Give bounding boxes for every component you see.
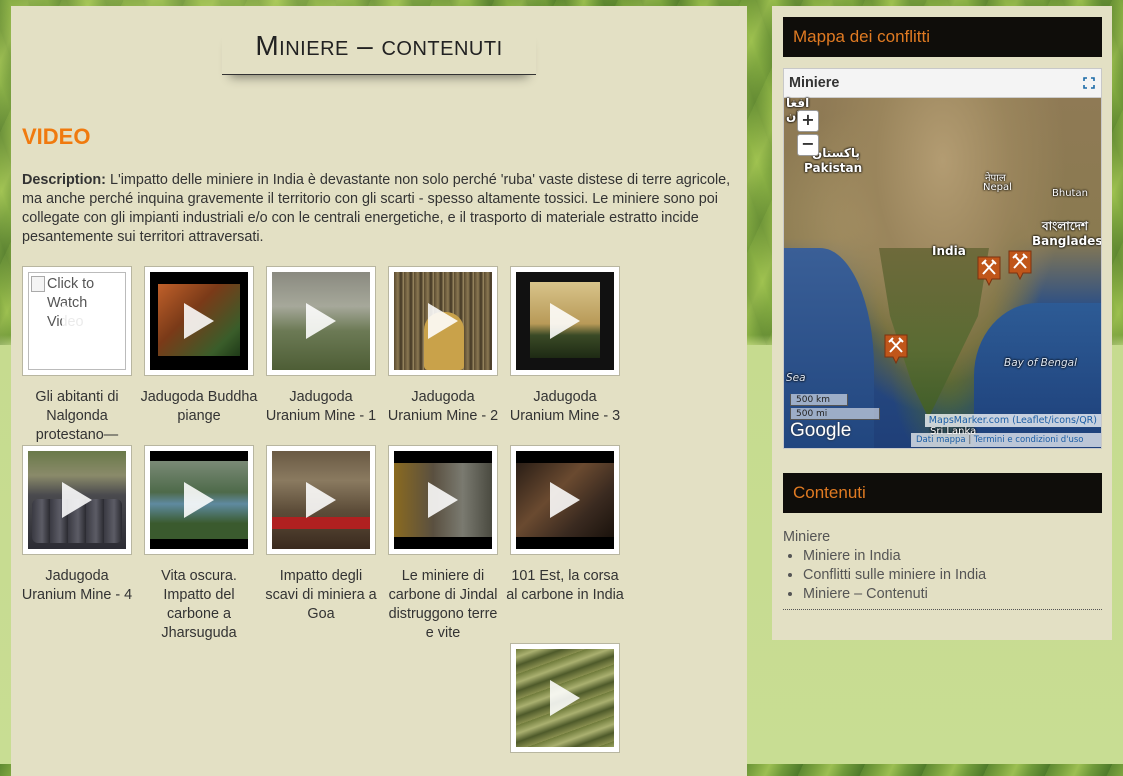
video-thumbnail[interactable] bbox=[144, 445, 254, 555]
sidebar: Mappa dei conflitti Miniere افغا ستان پا… bbox=[772, 6, 1112, 640]
play-icon bbox=[62, 482, 92, 518]
video-thumbnail[interactable] bbox=[510, 445, 620, 555]
map-label-pakistan: Pakistan bbox=[804, 161, 863, 175]
map-terms-bar: Dati mappa | Termini e condizioni d'uso bbox=[911, 433, 1101, 447]
mine-marker-icon[interactable] bbox=[977, 256, 1001, 286]
video-caption[interactable]: Gli abitanti di Nalgonda protestano— bbox=[18, 388, 136, 445]
map-canvas[interactable]: افغا ستان پاکستان Pakistan नेपाल Nepal B… bbox=[784, 96, 1102, 448]
page-title: Miniere – contenuti bbox=[255, 30, 503, 61]
play-icon bbox=[550, 303, 580, 339]
video-thumbnail[interactable] bbox=[510, 643, 620, 753]
contents-widget-title: Contenuti bbox=[783, 473, 1102, 513]
mine-marker-icon[interactable] bbox=[884, 334, 908, 364]
india-landmass bbox=[879, 248, 989, 418]
attribution-extra[interactable]: (Leaflet/icons/QR) bbox=[1012, 415, 1097, 426]
video-thumbnail[interactable] bbox=[388, 266, 498, 376]
contents-item[interactable]: Miniere – Contenuti bbox=[803, 585, 1102, 604]
video-caption[interactable]: Jadugoda Buddha piange bbox=[140, 388, 258, 426]
map-label-pakistan-native: پاکستان bbox=[812, 146, 860, 160]
map-label-bangladesh: Bangladesh bbox=[1032, 234, 1102, 248]
divider bbox=[783, 609, 1102, 610]
video-thumbnail[interactable] bbox=[388, 445, 498, 555]
video-caption[interactable]: Jadugoda Uranium Mine - 1 bbox=[262, 388, 380, 426]
contents-parent-link[interactable]: Miniere bbox=[783, 528, 1102, 547]
play-icon bbox=[306, 303, 336, 339]
zoom-out-button[interactable]: − bbox=[797, 134, 819, 156]
description-label: Description: bbox=[22, 172, 106, 188]
map-label-bay-of-bengal: Bay of Bengal bbox=[1004, 357, 1077, 369]
video-caption[interactable]: 101 Est, la corsa al carbone in India bbox=[506, 567, 624, 605]
map-attribution: MapsMarker.com (Leaflet/icons/QR) bbox=[924, 414, 1101, 427]
map-label-sea: Sea bbox=[786, 372, 806, 384]
description-text: L'impatto delle miniere in India è devas… bbox=[22, 172, 731, 245]
section-heading-video: VIDEO bbox=[22, 124, 91, 149]
play-icon bbox=[184, 303, 214, 339]
map-label-afghanistan: افغا bbox=[786, 96, 810, 110]
page-title-block: Miniere – contenuti bbox=[222, 26, 536, 75]
play-icon bbox=[428, 303, 458, 339]
video-thumbnail[interactable] bbox=[266, 445, 376, 555]
map-layer-bar: Miniere bbox=[784, 69, 1101, 98]
contents-item[interactable]: Miniere in India bbox=[803, 547, 1102, 566]
play-icon bbox=[184, 482, 214, 518]
fullscreen-icon[interactable] bbox=[1083, 77, 1095, 89]
mapsmarker-link[interactable]: MapsMarker.com bbox=[929, 415, 1009, 426]
play-icon bbox=[550, 680, 580, 716]
contents-list: Miniere Miniere in India Conflitti sulle… bbox=[783, 528, 1102, 610]
map-widget-title: Mappa dei conflitti bbox=[783, 17, 1102, 57]
contents-items: Miniere in India Conflitti sulle miniere… bbox=[783, 547, 1102, 604]
play-icon bbox=[306, 482, 336, 518]
video-thumbnail[interactable] bbox=[144, 266, 254, 376]
broken-image-icon bbox=[31, 276, 45, 292]
play-icon bbox=[550, 482, 580, 518]
video-thumbnail[interactable] bbox=[510, 266, 620, 376]
conflict-map[interactable]: Miniere افغا ستان پاکستان Pakistan नेपाल… bbox=[783, 68, 1102, 449]
play-icon bbox=[62, 303, 92, 339]
video-description: Description: L'impatto delle miniere in … bbox=[22, 171, 737, 247]
map-label-nepal: Nepal bbox=[983, 182, 1012, 193]
video-caption[interactable]: Vita oscura. Impatto del carbone a Jhars… bbox=[140, 567, 258, 643]
main-content: Miniere – contenuti VIDEO Description: L… bbox=[11, 6, 747, 776]
video-caption[interactable]: Le miniere di carbone di Jindal distrugg… bbox=[384, 567, 502, 643]
map-scale-mi: 500 mi bbox=[790, 408, 880, 420]
map-terms-link[interactable]: Termini e condizioni d'uso bbox=[974, 435, 1084, 445]
map-layer-name: Miniere bbox=[789, 75, 840, 91]
video-caption[interactable]: Jadugoda Uranium Mine - 4 bbox=[18, 567, 136, 605]
video-thumbnail[interactable]: Click to Watch Video bbox=[22, 266, 132, 376]
video-caption[interactable]: Jadugoda Uranium Mine - 3 bbox=[506, 388, 624, 426]
play-icon bbox=[428, 482, 458, 518]
google-logo: Google bbox=[790, 420, 852, 441]
video-caption[interactable]: Impatto degli scavi di miniera a Goa bbox=[262, 567, 380, 624]
map-scale-km: 500 km bbox=[790, 394, 848, 406]
video-caption[interactable]: Jadugoda Uranium Mine - 2 bbox=[384, 388, 502, 426]
map-data-link[interactable]: Dati mappa bbox=[916, 435, 966, 445]
mine-marker-icon[interactable] bbox=[1008, 250, 1032, 280]
zoom-in-button[interactable]: + bbox=[797, 110, 819, 132]
video-thumbnail[interactable] bbox=[266, 266, 376, 376]
contents-item[interactable]: Conflitti sulle miniere in India bbox=[803, 566, 1102, 585]
map-label-india: India bbox=[932, 244, 966, 258]
video-thumbnail[interactable] bbox=[22, 445, 132, 555]
map-label-bhutan: Bhutan bbox=[1052, 188, 1088, 199]
